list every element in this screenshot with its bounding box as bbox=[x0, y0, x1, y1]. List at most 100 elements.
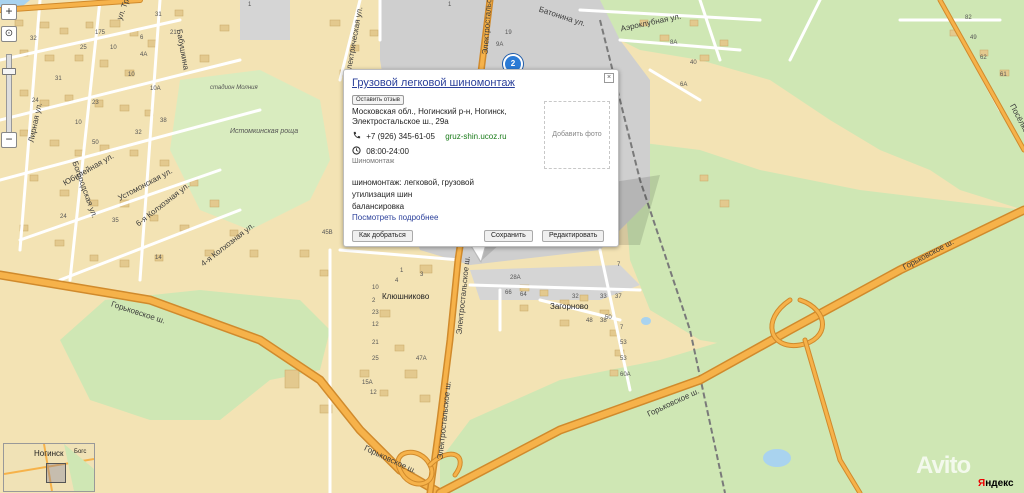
ruler-button[interactable]: ⊙ bbox=[1, 26, 17, 42]
house-number: 12 bbox=[372, 322, 379, 328]
house-number: 64 bbox=[520, 292, 527, 298]
house-number: 53 bbox=[620, 340, 627, 346]
house-number: 7 bbox=[617, 262, 621, 268]
site-link[interactable]: gruz-shin.ucoz.ru bbox=[445, 132, 506, 141]
house-number: 4 bbox=[395, 278, 399, 284]
save-button[interactable]: Сохранить bbox=[484, 230, 533, 242]
house-number: 66 bbox=[505, 290, 512, 296]
house-number: 4А bbox=[140, 52, 148, 58]
phone-row: +7 (926) 345-61-05 gruz-shin.ucoz.ru bbox=[352, 131, 507, 141]
pond-small bbox=[641, 317, 651, 325]
yandex-logo[interactable]: Яндекс bbox=[978, 478, 1014, 489]
house-number: 7 bbox=[620, 325, 624, 331]
house-number: 60А bbox=[620, 372, 631, 378]
zoom-out-icon: − bbox=[5, 132, 13, 146]
house-number: 175 bbox=[95, 30, 106, 36]
description-line: шиномонтаж: легковой, грузовой bbox=[352, 178, 474, 187]
zoom-slider-thumb[interactable] bbox=[2, 68, 16, 76]
village-label-2: Загорново bbox=[550, 302, 589, 311]
house-number: 1 bbox=[400, 268, 404, 274]
house-number: 61 bbox=[1000, 72, 1007, 78]
mini-map-viewport[interactable] bbox=[46, 463, 66, 483]
house-number: 32 bbox=[30, 36, 37, 42]
house-number: 82 bbox=[965, 15, 972, 21]
house-number: 6 bbox=[140, 35, 144, 41]
house-number: 21 bbox=[170, 30, 177, 36]
house-number: 45В bbox=[322, 230, 333, 236]
zoom-in-button[interactable]: + bbox=[1, 4, 17, 20]
phone-icon bbox=[353, 131, 361, 139]
house-number: 31 bbox=[155, 12, 162, 18]
house-number: 33 bbox=[600, 294, 607, 300]
house-number: 62 bbox=[980, 55, 987, 61]
house-number: 3 bbox=[420, 272, 424, 278]
zoom-slider-track[interactable] bbox=[6, 54, 12, 134]
description-line: утилизация шин bbox=[352, 190, 413, 199]
house-number: 24 bbox=[32, 98, 39, 104]
house-number: 53 bbox=[620, 356, 627, 362]
house-number: 10 bbox=[372, 285, 379, 291]
house-number: 47А bbox=[416, 356, 427, 362]
house-number: 37 bbox=[615, 294, 622, 300]
house-number: 25 bbox=[80, 45, 87, 51]
village-label-1: Клюшниково bbox=[382, 292, 430, 301]
leave-review-button[interactable]: Оставить отзыв bbox=[352, 95, 404, 105]
house-number: 15А bbox=[362, 380, 373, 386]
house-number: 32 bbox=[572, 294, 579, 300]
house-number: 38 bbox=[160, 118, 167, 124]
view-more-link[interactable]: Посмотреть подробнее bbox=[352, 213, 438, 222]
house-number: 50 bbox=[92, 140, 99, 146]
edit-button[interactable]: Редактировать bbox=[542, 230, 605, 242]
house-number: 8А bbox=[670, 40, 678, 46]
house-number: 6А bbox=[680, 82, 688, 88]
add-photo-button[interactable]: Добавить фото bbox=[544, 101, 610, 169]
house-number: 31 bbox=[55, 76, 62, 82]
working-hours: 08:00-24:00 bbox=[366, 147, 409, 156]
house-number: 14 bbox=[155, 255, 162, 261]
house-number: 23 bbox=[372, 310, 379, 316]
zoom-out-button[interactable]: − bbox=[1, 132, 17, 148]
description: шиномонтаж: легковой, грузовой утилизаци… bbox=[352, 177, 474, 213]
house-number: 32 bbox=[135, 130, 142, 136]
house-number: 10А bbox=[150, 86, 161, 92]
clock-icon bbox=[352, 146, 361, 155]
zoom-control: + ⊙ − bbox=[0, 4, 18, 152]
house-number: 1 bbox=[448, 2, 452, 8]
house-number: 9А bbox=[496, 42, 504, 48]
route-button[interactable]: Как добраться bbox=[352, 230, 413, 242]
phone-number[interactable]: +7 (926) 345-61-05 bbox=[366, 132, 435, 141]
address-line: Московская обл., Ногинский р-н, Ногинск, bbox=[352, 107, 507, 116]
house-number: 12 bbox=[370, 390, 377, 396]
ruler-icon: ⊙ bbox=[4, 28, 14, 39]
house-number: 10 bbox=[75, 120, 82, 126]
zoom-in-icon: + bbox=[5, 4, 13, 18]
place-title-link[interactable]: Грузовой легковой шиномонтаж bbox=[352, 77, 515, 89]
house-number: 10 bbox=[128, 72, 135, 78]
close-icon[interactable]: × bbox=[604, 73, 614, 83]
house-number: 21 bbox=[372, 340, 379, 346]
house-number: 40 bbox=[690, 60, 697, 66]
house-number: 49 bbox=[970, 35, 977, 41]
address: Московская обл., Ногинский р-н, Ногинск,… bbox=[352, 107, 542, 127]
house-number: 2 bbox=[372, 298, 376, 304]
hours-row: 08:00-24:00 bbox=[352, 146, 409, 156]
mini-map-city-label: Ногинск bbox=[34, 449, 64, 458]
house-number: 35 bbox=[112, 218, 119, 224]
stadium-label: стадион Молния bbox=[210, 85, 258, 91]
category-label: Шиномонтаж bbox=[352, 158, 395, 165]
house-number: 24 bbox=[60, 214, 67, 220]
house-number: 28А bbox=[510, 275, 521, 281]
house-number: 48 bbox=[586, 318, 593, 324]
address-line: Электростальское ш., 29а bbox=[352, 117, 449, 126]
house-number: 23 bbox=[92, 100, 99, 106]
mini-map[interactable]: Ногинск Богс bbox=[3, 443, 95, 492]
pond bbox=[763, 449, 791, 467]
info-popup: Грузовой легковой шиномонтаж × Оставить … bbox=[343, 69, 619, 247]
mini-map-extra-label: Богс bbox=[74, 449, 87, 455]
avito-watermark: Avito bbox=[916, 452, 971, 479]
house-number: 38 bbox=[600, 318, 607, 324]
house-number: 25 bbox=[372, 356, 379, 362]
house-number: 10 bbox=[110, 45, 117, 51]
house-number: 1 bbox=[248, 2, 252, 8]
house-number: 19 bbox=[505, 30, 512, 36]
